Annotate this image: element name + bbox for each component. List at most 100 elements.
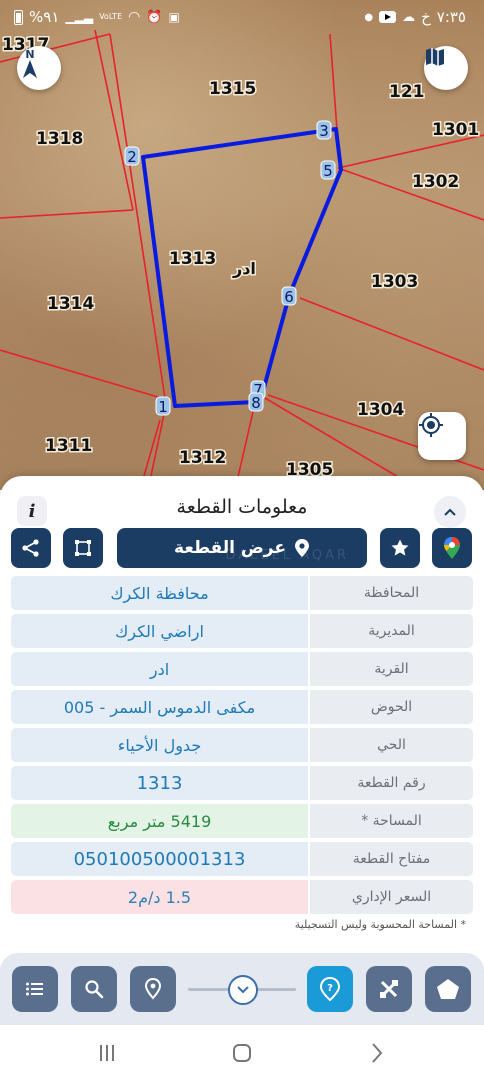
search-button[interactable] xyxy=(71,966,117,1012)
parcel-number: 1301 xyxy=(432,120,479,140)
chevron-right-icon xyxy=(372,1043,383,1063)
parcel-number: 1304 xyxy=(357,400,404,420)
village-label: القرية xyxy=(310,652,473,686)
chevron-up-icon xyxy=(444,508,456,516)
recent-apps-icon xyxy=(100,1045,114,1061)
recent-apps-button[interactable] xyxy=(92,1039,122,1067)
action-row: عرض القطعة DALEEL AQAR xyxy=(0,528,484,570)
volte-icon: VoLTE xyxy=(99,12,123,21)
parcel-numbers: 1317 1315 121 1318 1301 1302 1313 1303 1… xyxy=(1,34,481,482)
table-row: اراضي الكرك المديرية xyxy=(11,614,473,648)
parcel-number-label: رقم القطعة xyxy=(310,766,473,800)
place-marker-button[interactable] xyxy=(130,966,176,1012)
table-row: 1.5 د/م2 السعر الإداري xyxy=(11,880,473,914)
watermark: DALEEL AQAR xyxy=(225,548,349,563)
youtube-icon xyxy=(379,11,397,23)
parcel-key-label: مفتاح القطعة xyxy=(310,842,473,876)
admin-price-value: 1.5 د/م2 xyxy=(11,880,308,914)
basin-label: الحوض xyxy=(310,690,473,724)
my-location-button[interactable] xyxy=(418,412,466,460)
notification-dot-icon: ● xyxy=(364,11,374,23)
neighborhood-value: جدول الأحياء xyxy=(11,728,308,762)
vertex-label-2: 2 xyxy=(127,148,137,166)
tools-icon xyxy=(380,980,398,998)
share-icon xyxy=(22,539,39,557)
governorate-label: المحافظة xyxy=(310,576,473,610)
parcel-key-value[interactable]: 050100500001313 xyxy=(11,842,308,876)
weather-icon: ☁ xyxy=(402,9,416,25)
place-marker-icon xyxy=(144,978,162,1000)
battery-icon xyxy=(14,9,23,25)
favorite-button[interactable] xyxy=(380,528,420,568)
star-icon xyxy=(391,539,409,556)
parcel-number: 121 xyxy=(389,82,425,102)
clock: ٧:٣٥ xyxy=(436,8,466,26)
table-row: ادر القرية xyxy=(11,652,473,686)
area-label: المساحة * xyxy=(310,804,473,838)
search-icon xyxy=(85,980,104,999)
neighborhood-label: الحي xyxy=(310,728,473,762)
svg-text:N: N xyxy=(25,48,34,61)
clipboard-icon: ▣ xyxy=(168,10,180,24)
battery-percent: %٩١ xyxy=(29,8,60,26)
status-right: ● ☁ خ ٧:٣٥ xyxy=(364,8,466,26)
parcel-number: 1314 xyxy=(47,294,94,314)
help-button[interactable]: ? xyxy=(307,966,353,1012)
chevron-down-icon xyxy=(237,986,249,994)
vertex-label-5: 5 xyxy=(323,162,333,180)
carrier-indicator: خ xyxy=(421,8,431,26)
parcel-number: 1303 xyxy=(371,272,418,292)
basin-value: مكفى الدموس السمر - 005 xyxy=(11,690,308,724)
satellite-map[interactable]: 1 2 3 5 6 7 8 1317 1315 121 1318 1301 13… xyxy=(0,0,484,490)
parcel-number: 1315 xyxy=(209,79,256,99)
show-parcel-button[interactable]: عرض القطعة DALEEL AQAR xyxy=(117,528,367,568)
area-footnote: * المساحة المحسوبة وليس التسجيلية xyxy=(294,918,466,931)
directorate-value: اراضي الكرك xyxy=(11,614,308,648)
home-icon xyxy=(233,1044,251,1062)
svg-text:?: ? xyxy=(327,983,333,994)
governorate-value: محافظة الكرك xyxy=(11,576,308,610)
tools-button[interactable] xyxy=(366,966,412,1012)
system-nav-bar xyxy=(0,1025,484,1080)
directorate-label: المديرية xyxy=(310,614,473,648)
parcel-details-table: محافظة الكرك المحافظة اراضي الكرك المدير… xyxy=(11,576,473,918)
signal-icon: ▁▂▃ xyxy=(65,10,94,24)
panel-slider-handle[interactable] xyxy=(228,975,258,1005)
collapse-button[interactable] xyxy=(434,496,466,528)
status-left: %٩١ ▁▂▃ VoLTE ◠ ⏰ ▣ xyxy=(14,8,180,26)
panel-header: i معلومات القطعة xyxy=(0,486,484,528)
vertex-label-1: 1 xyxy=(158,398,168,416)
home-button[interactable] xyxy=(227,1039,257,1067)
crosshair-icon xyxy=(419,413,443,437)
table-row: 5419 متر مربع المساحة * xyxy=(11,804,473,838)
table-row: محافظة الكرك المحافظة xyxy=(11,576,473,610)
polygon-icon xyxy=(75,540,91,556)
table-row: جدول الأحياء الحي xyxy=(11,728,473,762)
parcel-number-value: 1313 xyxy=(11,766,308,800)
list-icon xyxy=(26,982,43,996)
compass-icon: N xyxy=(23,48,37,78)
parcel-info-panel: i معلومات القطعة عرض القطعة DALEEL AQAR … xyxy=(0,476,484,966)
alarm-icon: ⏰ xyxy=(146,9,163,25)
pentagon-icon xyxy=(437,979,459,999)
compass-button[interactable]: N xyxy=(17,46,61,90)
vertex-label-8: 8 xyxy=(251,394,261,412)
polygon-button[interactable] xyxy=(63,528,103,568)
vertex-label-3: 3 xyxy=(319,122,329,140)
table-row: مكفى الدموس السمر - 005 الحوض xyxy=(11,690,473,724)
wifi-icon: ◠ xyxy=(128,9,141,25)
google-maps-button[interactable] xyxy=(432,528,472,568)
layers-button[interactable] xyxy=(424,46,468,90)
vertex-label-6: 6 xyxy=(284,288,294,306)
back-button[interactable] xyxy=(362,1039,392,1067)
list-button[interactable] xyxy=(12,966,58,1012)
village-value: ادر xyxy=(11,652,308,686)
google-maps-icon xyxy=(444,537,460,559)
parcel-number: 1302 xyxy=(412,172,459,192)
share-button[interactable] xyxy=(11,528,51,568)
map-icon xyxy=(426,48,444,66)
table-row: 1313 رقم القطعة xyxy=(11,766,473,800)
help-pin-icon: ? xyxy=(319,977,341,1001)
parcel-shape-button[interactable] xyxy=(425,966,471,1012)
status-bar: %٩١ ▁▂▃ VoLTE ◠ ⏰ ▣ ● ☁ خ ٧:٣٥ xyxy=(0,0,484,34)
